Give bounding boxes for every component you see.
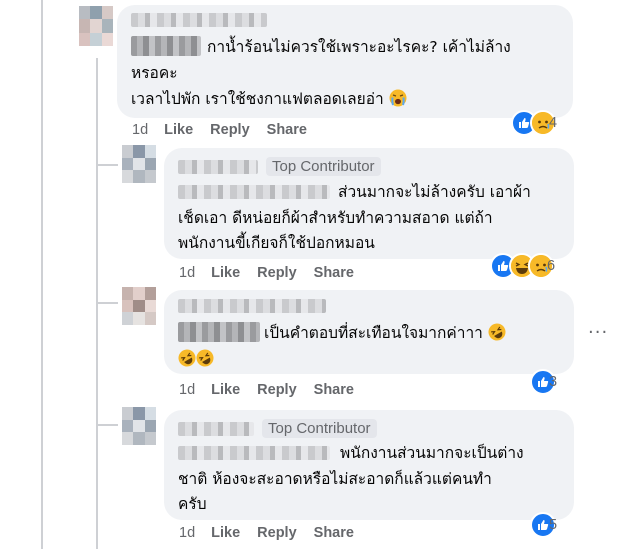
comment-bubble: Top Contributor ส่วนมากจะไม่ล้างครับ เอา… (164, 148, 574, 259)
comment-text-line: เช็ดเอา ดีหน่อยก็ผ้าสำหรับทำความสอาด แต่… (178, 209, 493, 227)
like-button[interactable]: Like (211, 525, 240, 541)
avatar[interactable] (122, 145, 156, 183)
author-name-pixelated (131, 36, 201, 56)
author-name[interactable] (178, 159, 258, 174)
comment-actions: 1d Like Reply Share (179, 265, 371, 281)
comment-actions: 1d Like Reply Share (179, 525, 371, 541)
thread-connector-2 (96, 302, 118, 304)
like-button[interactable]: Like (164, 122, 193, 138)
comment-actions: 1d Like Reply Share (179, 382, 371, 398)
comment-text-line: ครับ (178, 495, 207, 513)
author-name[interactable] (178, 299, 326, 313)
comment-text-line: พนักงานขี้เกียจก็ใช้ปอกหมอน (178, 234, 375, 252)
comment-text-line: พนักงานส่วนมากจะเป็นต่าง (340, 444, 524, 462)
rofl-icon (196, 349, 214, 367)
share-button[interactable]: Share (314, 525, 354, 541)
author-name-pixelated (178, 185, 330, 199)
reaction-summary[interactable]: 6 (490, 253, 555, 279)
comment-text-line: ชาติ ห้องจะสะอาดหรือไม่สะอาดก็แล้วแต่คนท… (178, 470, 492, 488)
reaction-count: 6 (547, 258, 556, 274)
reply-button[interactable]: Reply (257, 265, 297, 281)
comment-text-line: ส่วนมากจะไม่ล้างครับ เอาผ้า (338, 183, 531, 201)
reaction-count: 5 (549, 517, 558, 533)
comment-bubble: กาน้ำร้อนไม่ควรใช้เพราะอะไรคะ? เค้าไม่ล้… (117, 5, 573, 118)
reaction-summary[interactable]: 4 (511, 110, 557, 136)
reply-button[interactable]: Reply (210, 122, 250, 138)
comment-timestamp[interactable]: 1d (179, 525, 195, 541)
comment-text-line: กาน้ำร้อนไม่ควรใช้เพราะอะไรคะ? เค้าไม่ล้… (207, 38, 511, 56)
reply-button[interactable]: Reply (257, 525, 297, 541)
comment-timestamp[interactable]: 1d (179, 265, 195, 281)
comment-text-line: เป็นคำตอบที่สะเทือนใจมากค่าาา (264, 324, 483, 342)
top-contributor-badge: Top Contributor (262, 419, 377, 438)
share-button[interactable]: Share (314, 382, 354, 398)
reaction-count: 3 (549, 374, 558, 390)
comment-text-line: เวลาไปพัก เราใช้ชงกาแฟตลอดเลยอ่า (131, 90, 384, 108)
top-contributor-badge: Top Contributor (266, 157, 381, 176)
rofl-icon (488, 323, 506, 341)
author-name[interactable] (131, 13, 267, 27)
comment-bubble: เป็นคำตอบที่สะเทือนใจมากค่าาา (164, 290, 574, 374)
thread-line-left (41, 0, 43, 549)
comment-actions: 1d Like Reply Share (132, 122, 324, 138)
author-name[interactable] (178, 421, 254, 436)
avatar[interactable] (122, 407, 156, 445)
reaction-count: 4 (549, 115, 558, 131)
thread-connector-3 (96, 424, 118, 426)
avatar[interactable] (79, 6, 113, 46)
comment-timestamp[interactable]: 1d (179, 382, 195, 398)
reaction-summary[interactable]: 3 (530, 369, 557, 395)
reply-button[interactable]: Reply (257, 382, 297, 398)
avatar[interactable] (122, 287, 156, 325)
comment-text-line: หรอคะ (131, 64, 178, 82)
more-options-button[interactable]: ··· (588, 322, 608, 343)
share-button[interactable]: Share (314, 265, 354, 281)
author-name-pixelated (178, 446, 330, 460)
like-button[interactable]: Like (211, 265, 240, 281)
rofl-icon (178, 349, 196, 367)
crying-face-icon (389, 89, 407, 107)
like-button[interactable]: Like (211, 382, 240, 398)
author-name-pixelated (178, 322, 260, 342)
reaction-summary[interactable]: 5 (530, 512, 557, 538)
share-button[interactable]: Share (267, 122, 307, 138)
comment-bubble: Top Contributor พนักงานส่วนมากจะเป็นต่าง… (164, 410, 574, 520)
ellipsis-icon: ··· (588, 322, 609, 343)
comment-timestamp[interactable]: 1d (132, 122, 148, 138)
thread-connector-1 (96, 164, 118, 166)
